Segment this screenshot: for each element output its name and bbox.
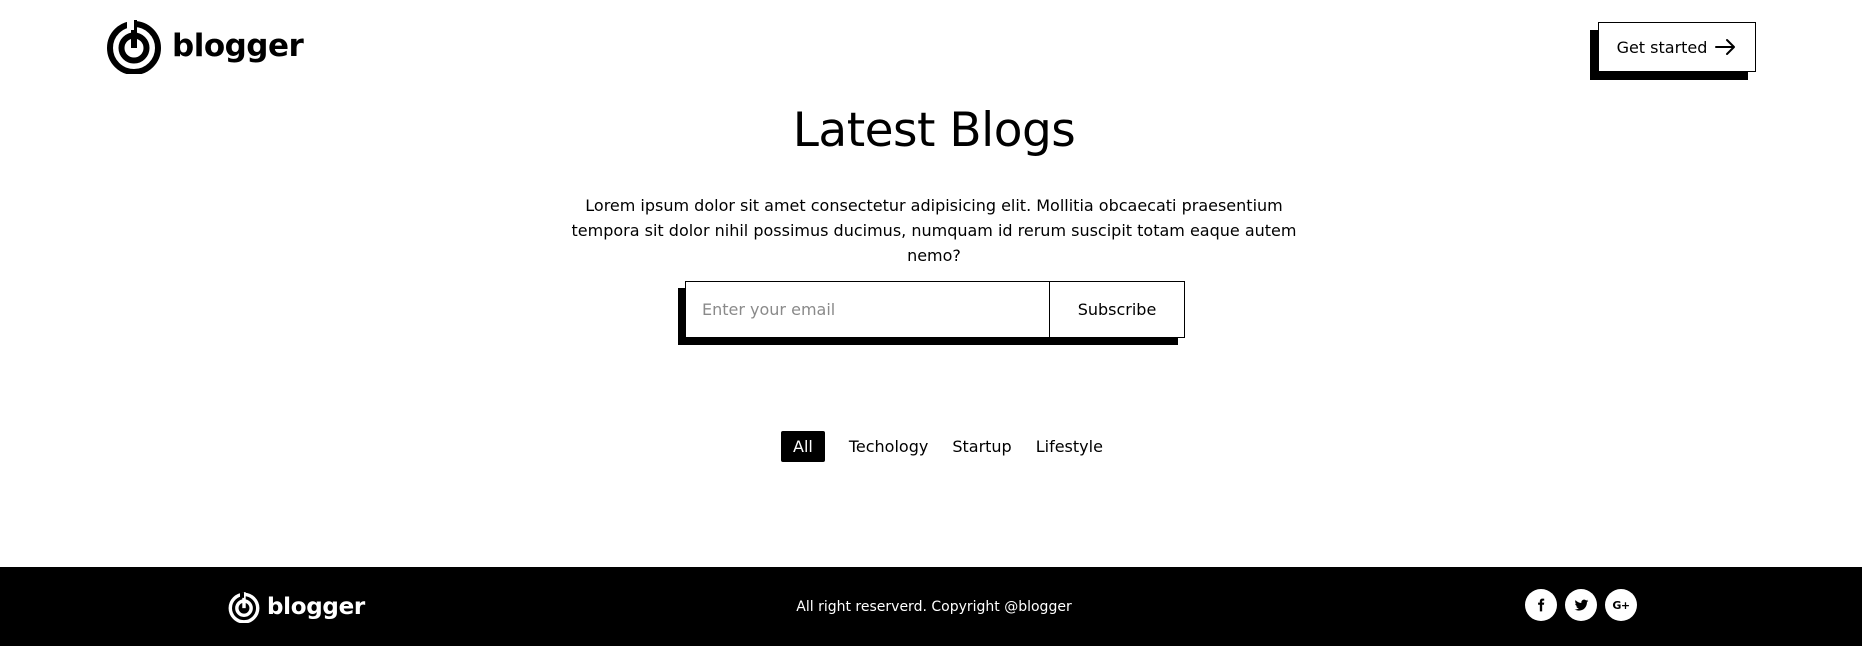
filter-lifestyle[interactable]: Lifestyle bbox=[1036, 431, 1103, 462]
subscribe-form-wrapper: Subscribe bbox=[678, 281, 1185, 345]
facebook-icon bbox=[1538, 598, 1545, 612]
google-plus-link[interactable]: G+ bbox=[1605, 589, 1637, 621]
twitter-icon bbox=[1574, 599, 1588, 611]
blogger-logo-icon bbox=[107, 20, 161, 74]
facebook-link[interactable] bbox=[1525, 589, 1557, 621]
filter-startup[interactable]: Startup bbox=[952, 431, 1011, 462]
arrow-right-icon bbox=[1715, 39, 1736, 55]
email-input[interactable] bbox=[686, 282, 1049, 337]
subscribe-button[interactable]: Subscribe bbox=[1049, 282, 1184, 337]
get-started-button[interactable]: Get started bbox=[1598, 22, 1756, 72]
page-title: Latest Blogs bbox=[792, 103, 1076, 158]
hero-description: Lorem ipsum dolor sit amet consectetur a… bbox=[571, 196, 1297, 265]
get-started-label: Get started bbox=[1616, 37, 1708, 57]
footer-brand-logo[interactable]: blogger bbox=[228, 591, 365, 623]
get-started-button-wrapper: Get started bbox=[1590, 22, 1756, 80]
social-links: G+ bbox=[1525, 589, 1637, 621]
category-filters: All Techology Startup Lifestyle bbox=[781, 431, 1103, 462]
site-header: blogger Get started bbox=[0, 0, 1862, 96]
google-plus-icon: G+ bbox=[1612, 598, 1630, 612]
subscribe-form: Subscribe bbox=[685, 281, 1185, 338]
brand-logo[interactable]: blogger bbox=[106, 18, 304, 74]
filter-technology[interactable]: Techology bbox=[849, 431, 928, 462]
filter-all[interactable]: All bbox=[781, 431, 825, 462]
site-footer: All right reserverd. Copyright @blogger … bbox=[0, 567, 1862, 646]
brand-name: blogger bbox=[172, 27, 304, 64]
blogger-logo-icon bbox=[228, 592, 260, 623]
footer-brand-name: blogger bbox=[267, 593, 365, 620]
twitter-link[interactable] bbox=[1565, 589, 1597, 621]
